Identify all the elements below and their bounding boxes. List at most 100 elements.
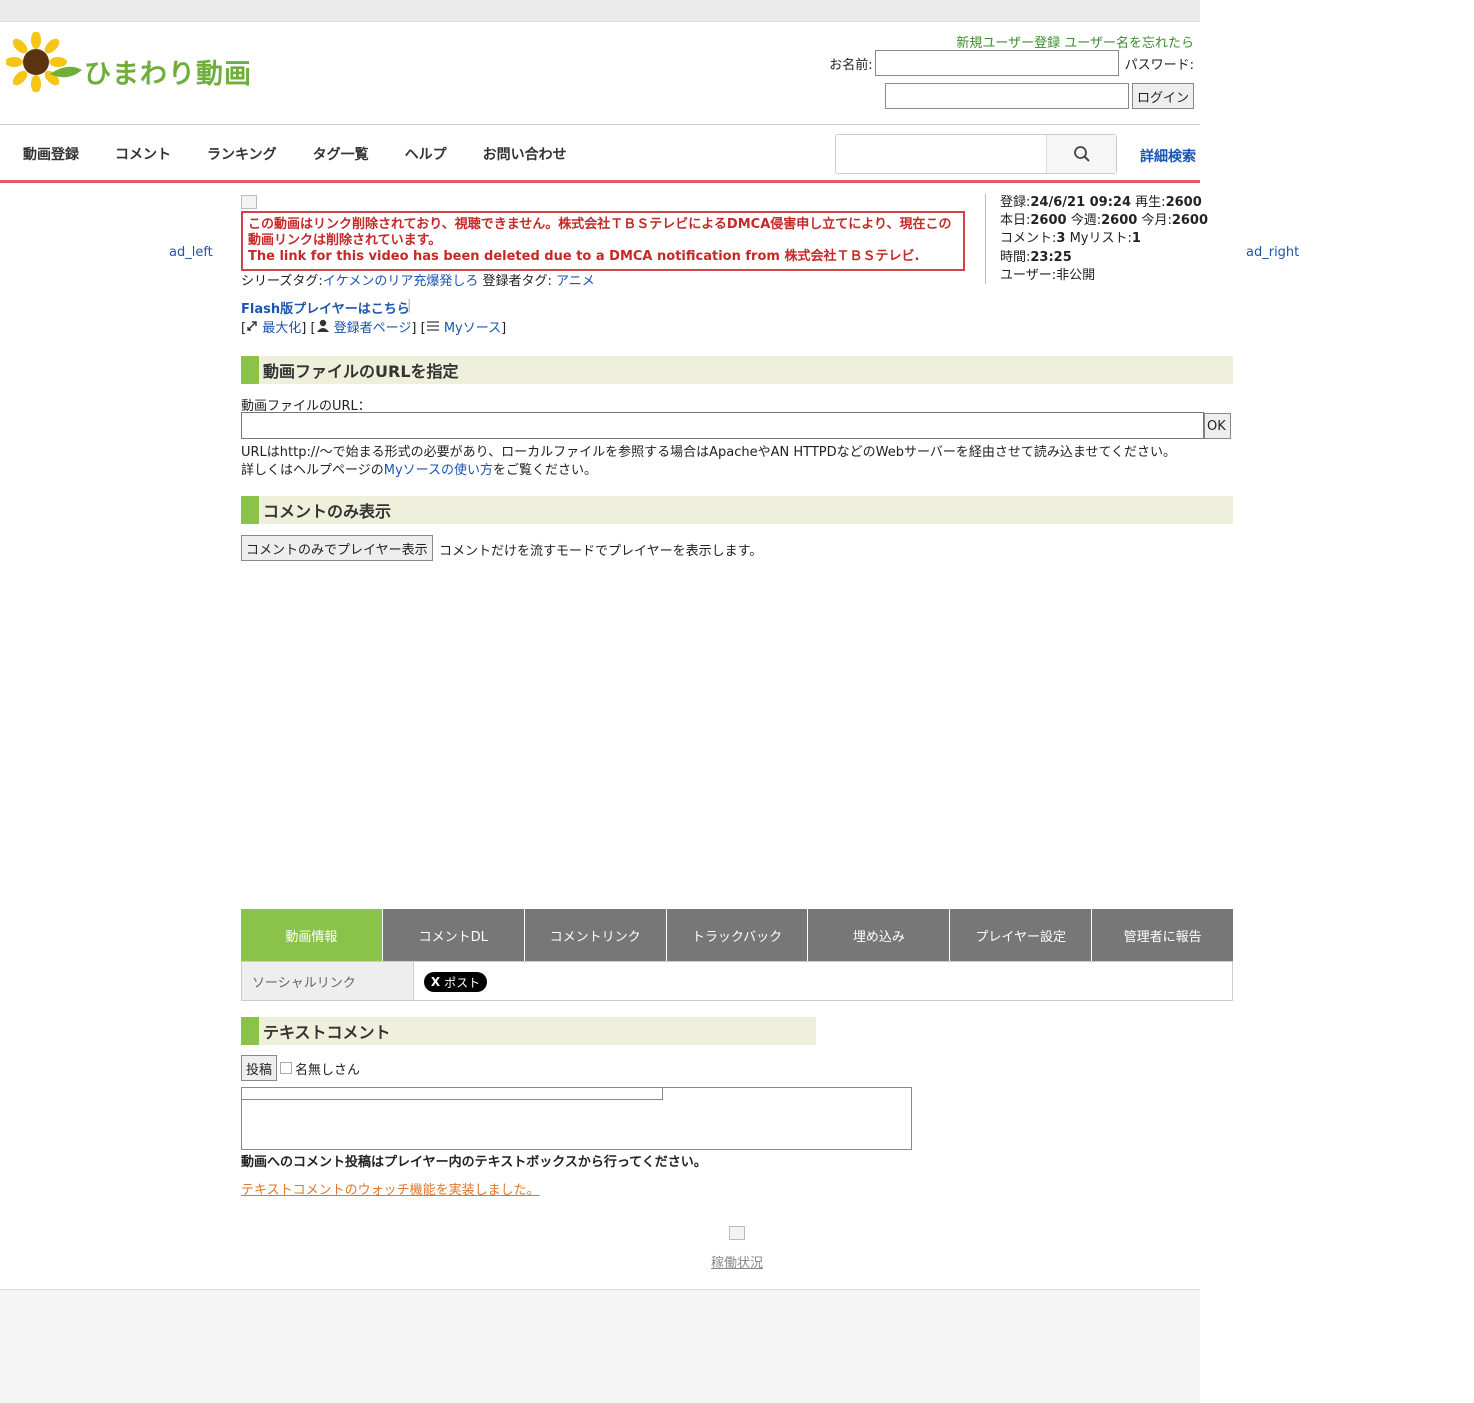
nav-menu: 動画登録 コメント ランキング タグ一覧 ヘルプ お問い合わせ bbox=[23, 144, 567, 164]
register-link[interactable]: 新規ユーザー登録 bbox=[956, 36, 1060, 51]
user-label: ユーザー: bbox=[1000, 267, 1057, 283]
duration-value: 23:25 bbox=[1030, 249, 1072, 265]
ad-left[interactable]: ad_left bbox=[169, 245, 213, 260]
month-value: 2600 bbox=[1171, 213, 1209, 229]
dmca-text-ja: この動画はリンク削除されており、視聴できません。株式会社ＴＢＳテレビによるDMC… bbox=[248, 217, 952, 248]
comment-textarea[interactable] bbox=[241, 1087, 912, 1150]
nav-item-contact[interactable]: お問い合わせ bbox=[483, 144, 567, 164]
maximize-link[interactable]: 最大化 bbox=[262, 321, 301, 336]
uploader-page-link[interactable]: 登録者ページ bbox=[334, 321, 412, 336]
site-header: ひまわり動画 新規ユーザー登録 ユーザー名を忘れたら お名前: パスワード: ロ… bbox=[0, 22, 1200, 125]
text-comment-heading: テキストコメント bbox=[241, 1017, 816, 1045]
nav-item-ranking[interactable]: ランキング bbox=[207, 144, 277, 164]
list-icon bbox=[426, 321, 439, 331]
account-links: 新規ユーザー登録 ユーザー名を忘れたら bbox=[956, 32, 1194, 51]
user-icon bbox=[316, 319, 329, 332]
logo-text: ひまわり動画 bbox=[84, 59, 252, 90]
video-thumbnail bbox=[241, 195, 257, 209]
comment-note: 動画へのコメント投稿はプレイヤー内のテキストボックスから行ってください。 bbox=[241, 1155, 707, 1170]
password-input[interactable] bbox=[884, 83, 1129, 109]
tag-row: シリーズタグ:イケメンのリア充爆発しろ 登録者タグ: アニメ bbox=[241, 270, 595, 289]
password-label: パスワード: bbox=[1124, 57, 1194, 73]
comments-label: コメント: bbox=[1000, 231, 1057, 247]
dmca-text-en: The link for this video has been deleted… bbox=[248, 249, 920, 264]
comment-only-desc: コメントだけを流すモードでプレイヤーを表示します。 bbox=[439, 544, 763, 559]
nav-item-tags[interactable]: タグ一覧 bbox=[313, 144, 369, 164]
mylist-label: Myリスト: bbox=[1069, 231, 1132, 247]
comment-only-heading: コメントのみ表示 bbox=[241, 496, 1233, 524]
url-section-heading: 動画ファイルのURLを指定 bbox=[241, 356, 1233, 384]
url-help-text: URLはhttp://〜で始まる形式の必要があり、ローカルファイルを参照する場合… bbox=[241, 444, 1176, 480]
user-tag-label: 登録者タグ: bbox=[482, 274, 552, 289]
week-value: 2600 bbox=[1101, 213, 1138, 229]
comment-name-field[interactable] bbox=[242, 1088, 663, 1100]
registered-value: 24/6/21 09:24 bbox=[1030, 195, 1132, 210]
series-tag-label: シリーズタグ: bbox=[241, 274, 323, 289]
plays-label: 再生: bbox=[1135, 195, 1166, 210]
search-icon bbox=[1073, 146, 1090, 162]
mylist-value: 1 bbox=[1131, 231, 1141, 247]
x-post-button[interactable]: X ポスト bbox=[424, 972, 487, 992]
today-label: 本日: bbox=[1000, 213, 1031, 229]
status-image bbox=[729, 1226, 745, 1240]
top-strip bbox=[0, 0, 1200, 22]
month-label: 今月: bbox=[1141, 213, 1172, 229]
search-input[interactable] bbox=[836, 135, 1046, 173]
social-row: ソーシャルリンク X ポスト bbox=[241, 961, 1233, 1001]
separator: | bbox=[407, 298, 412, 313]
my-source-help-link[interactable]: Myソースの使い方 bbox=[384, 463, 493, 478]
site-logo[interactable]: ひまわり動画 bbox=[5, 31, 256, 93]
flash-player-link[interactable]: Flash版プレイヤーはこちら bbox=[241, 298, 410, 317]
user-tag-link[interactable]: アニメ bbox=[556, 274, 595, 289]
plays-value: 2600 bbox=[1165, 195, 1202, 210]
anonymous-checkbox[interactable] bbox=[280, 1062, 293, 1074]
maximize-icon bbox=[247, 321, 257, 331]
url-help-line1: URLはhttp://〜で始まる形式の必要があり、ローカルファイルを参照する場合… bbox=[241, 445, 1177, 460]
video-tools: [ 最大化] [ 登録者ページ] [ Myソース] bbox=[241, 319, 507, 336]
tab-player-settings[interactable]: プレイヤー設定 bbox=[950, 909, 1093, 961]
name-label: お名前: bbox=[829, 57, 873, 73]
url-ok-button[interactable]: OK bbox=[1204, 413, 1231, 439]
search-button[interactable] bbox=[1046, 135, 1116, 173]
dmca-notice: この動画はリンク削除されており、視聴できません。株式会社ＴＢＳテレビによるDMC… bbox=[241, 211, 965, 271]
forgot-username-link[interactable]: ユーザー名を忘れたら bbox=[1064, 36, 1194, 51]
watch-feature-link[interactable]: テキストコメントのウォッチ機能を実装しました。 bbox=[241, 1179, 540, 1198]
footer bbox=[0, 1289, 1200, 1403]
duration-label: 時間: bbox=[1000, 249, 1031, 265]
comments-value: 3 bbox=[1056, 231, 1066, 247]
social-label: ソーシャルリンク bbox=[242, 962, 414, 1000]
video-url-input[interactable] bbox=[241, 412, 1204, 439]
status-link[interactable]: 稼働状況 bbox=[711, 1252, 763, 1271]
login-row-2: ログイン bbox=[884, 83, 1194, 109]
x-logo-icon: X bbox=[430, 975, 441, 989]
advanced-search-link[interactable]: 詳細検索 bbox=[1140, 146, 1196, 166]
url-help-line2: 詳しくはヘルプページのMyソースの使い方をご覧ください。 bbox=[241, 462, 1176, 480]
my-source-link[interactable]: Myソース bbox=[444, 321, 501, 336]
nav-item-upload[interactable]: 動画登録 bbox=[23, 144, 79, 164]
video-stats: 登録:24/6/21 09:24 再生:2600 本日:2600 今週:2600… bbox=[985, 194, 1208, 284]
login-button[interactable]: ログイン bbox=[1131, 83, 1194, 109]
tab-report[interactable]: 管理者に報告 bbox=[1092, 909, 1234, 961]
user-value: 非公開 bbox=[1056, 267, 1096, 283]
help-post: をご覧ください。 bbox=[493, 463, 598, 478]
nav-item-comments[interactable]: コメント bbox=[115, 144, 171, 164]
ad-right[interactable]: ad_right bbox=[1246, 245, 1299, 260]
sunflower-icon bbox=[5, 31, 82, 93]
tab-video-info[interactable]: 動画情報 bbox=[241, 909, 383, 961]
tab-comment-dl[interactable]: コメントDL bbox=[382, 909, 525, 961]
main-nav: 動画登録 コメント ランキング タグ一覧 ヘルプ お問い合わせ 詳細検索 bbox=[0, 125, 1200, 183]
tab-comment-link[interactable]: コメントリンク bbox=[524, 909, 667, 961]
week-label: 今週: bbox=[1070, 213, 1102, 229]
help-pre: 詳しくはヘルプページの bbox=[241, 463, 384, 478]
anonymous-label: 名無しさん bbox=[295, 1062, 361, 1078]
username-input[interactable] bbox=[874, 50, 1119, 76]
tab-trackback[interactable]: トラックバック bbox=[666, 909, 809, 961]
comment-only-player-button[interactable]: コメントのみでプレイヤー表示 bbox=[241, 535, 433, 561]
series-tag-link[interactable]: イケメンのリア充爆発しろ bbox=[323, 274, 479, 289]
today-value: 2600 bbox=[1030, 213, 1067, 229]
nav-item-help[interactable]: ヘルプ bbox=[405, 144, 447, 164]
post-button[interactable]: 投稿 bbox=[241, 1055, 278, 1081]
x-post-label: ポスト bbox=[444, 975, 481, 990]
tab-embed[interactable]: 埋め込み bbox=[808, 909, 951, 961]
post-row: 投稿 名無しさん bbox=[241, 1055, 360, 1081]
